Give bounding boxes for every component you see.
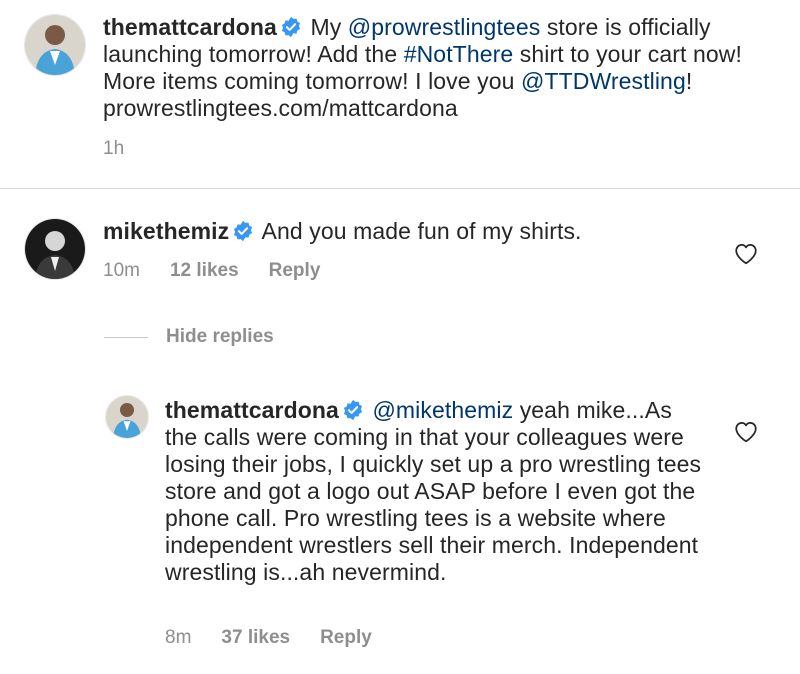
- divider: [0, 188, 800, 189]
- mention-mikethemiz[interactable]: @mikethemiz: [372, 397, 513, 423]
- profile-photo: [106, 396, 148, 438]
- caption-username[interactable]: themattcardona: [103, 14, 277, 40]
- profile-photo: [25, 15, 85, 75]
- verified-badge-icon: [232, 220, 254, 242]
- caption-timestamp: 1h: [103, 138, 125, 159]
- profile-photo: [25, 219, 85, 279]
- comment-reply-button[interactable]: Reply: [269, 260, 321, 281]
- comment-text: mikethemiz And you made fun of my shirts…: [103, 218, 703, 245]
- comment-timestamp: 10m: [103, 260, 140, 281]
- comment-username[interactable]: mikethemiz: [103, 218, 229, 244]
- mention-ttdwrestling[interactable]: @TTDWrestling: [521, 68, 686, 94]
- hide-replies-line: [104, 336, 148, 338]
- avatar-themattcardona[interactable]: [24, 14, 86, 76]
- hashtag-notthere[interactable]: #NotThere: [404, 41, 514, 67]
- reply-meta: 8m 37 likes Reply: [165, 627, 402, 649]
- reply-reply-button[interactable]: Reply: [320, 627, 372, 648]
- caption-text-part: My: [310, 14, 348, 40]
- reply-likes[interactable]: 37 likes: [221, 627, 290, 648]
- reply-text: themattcardona @mikethemiz yeah mike...A…: [165, 397, 710, 586]
- comment-body: And you made fun of my shirts.: [261, 218, 582, 244]
- reply-username[interactable]: themattcardona: [165, 397, 339, 423]
- comment-likes[interactable]: 12 likes: [170, 260, 239, 281]
- heart-icon[interactable]: [733, 241, 759, 265]
- avatar-themattcardona-reply[interactable]: [105, 395, 149, 439]
- reply-timestamp: 8m: [165, 627, 192, 648]
- verified-badge-icon: [280, 16, 302, 38]
- mention-prowrestlingtees[interactable]: @prowrestlingtees: [348, 14, 541, 40]
- reply-body: yeah mike...As the calls were coming in …: [165, 397, 702, 585]
- hide-replies-label: Hide replies: [166, 326, 274, 347]
- caption-text: themattcardona My @prowrestlingtees stor…: [103, 14, 763, 122]
- verified-badge-icon: [342, 399, 364, 421]
- heart-icon[interactable]: [733, 419, 759, 443]
- comment-meta: 10m 12 likes Reply: [103, 260, 350, 282]
- avatar-mikethemiz[interactable]: [24, 218, 86, 280]
- hide-replies-button[interactable]: Hide replies: [104, 326, 274, 348]
